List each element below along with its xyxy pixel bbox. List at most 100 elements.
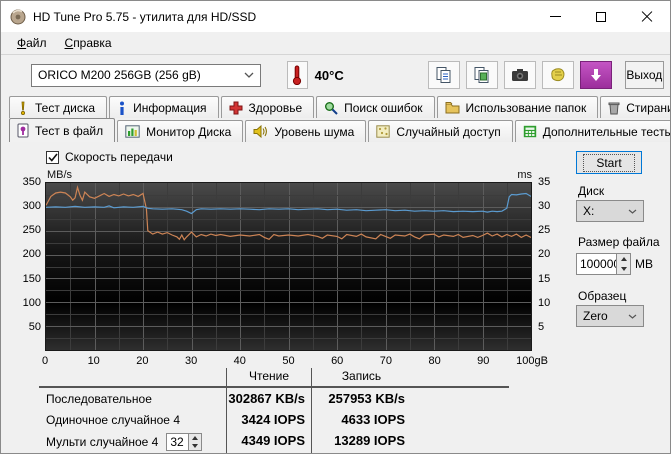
queue-depth-arrows[interactable]	[188, 433, 203, 451]
menu-help-hotkey: С	[64, 36, 74, 50]
y-axis-tick-left: 150	[22, 272, 41, 285]
tab-label: Стирание	[626, 100, 670, 115]
chevron-down-icon	[628, 209, 637, 214]
donate-button[interactable]	[541, 61, 574, 89]
close-button[interactable]	[624, 1, 670, 32]
stepper-down-icon[interactable]	[189, 442, 201, 450]
random-multi-write-value: 13289 IOPS	[311, 430, 411, 453]
results-header-spacer	[411, 368, 509, 386]
y-axis-tick-left: 50	[28, 320, 41, 333]
tab-disk-test[interactable]: Тест диска	[9, 96, 108, 118]
y-axis-tick-right: 15	[538, 272, 551, 285]
row-spacer	[411, 388, 509, 409]
chart-canvas	[46, 183, 531, 350]
random-dots-icon	[376, 125, 391, 138]
tab-label: Случайный доступ	[396, 124, 501, 139]
y-axis-tick-left: 200	[22, 248, 41, 261]
minimize-button[interactable]	[532, 1, 578, 32]
x-axis-tick: 0	[41, 355, 49, 367]
x-axis-tick: 10	[87, 355, 100, 367]
chevron-down-icon	[244, 72, 254, 78]
update-download-button[interactable]	[579, 61, 612, 89]
y-axis-unit-left: MB/s	[47, 169, 73, 181]
maximize-button[interactable]	[578, 1, 624, 32]
tab-row-1: Тест диска Информация Здоровье Поиск оши…	[9, 95, 670, 118]
tab-error-scan[interactable]: Поиск ошибок	[316, 96, 435, 118]
x-axis-tick: 70	[379, 355, 393, 367]
row-label: Одиночное случайное 4	[46, 412, 180, 427]
y-axis-tick-left: 300	[22, 200, 41, 213]
x-axis-tick: 40	[233, 355, 246, 367]
results-header-spacer	[39, 368, 226, 386]
random-single-write-value: 4633 IOPS	[311, 409, 411, 430]
x-axis-tick: 50	[282, 355, 295, 367]
transfer-speed-checkbox-label: Скорость передачи	[65, 150, 173, 164]
y-axis-tick-right: 5	[538, 320, 545, 333]
drive-selector[interactable]: ORICO M200 256GB (256 gB)	[31, 63, 262, 87]
tab-label: Уровень шума	[274, 124, 355, 139]
trash-icon	[608, 102, 620, 114]
tab-information[interactable]: Информация	[109, 96, 219, 118]
menu-file-hotkey: Ф	[17, 36, 27, 50]
tab-folder-usage[interactable]: Использование папок	[436, 96, 599, 118]
file-benchmark-panel: Скорость передачи MB/s ms 350 300 250 200 15…	[1, 142, 670, 453]
y-axis-tick-left: 100	[22, 296, 41, 309]
copy-image-button[interactable]	[465, 61, 498, 89]
stepper-up-icon[interactable]	[617, 254, 630, 264]
tab-erase[interactable]: Стирание	[600, 96, 670, 118]
transfer-speed-checkbox-row: Скорость передачи	[46, 150, 173, 164]
disk-selector[interactable]: X:	[576, 200, 644, 222]
tab-disk-monitor[interactable]: Монитор Диска	[117, 120, 244, 142]
tab-file-benchmark[interactable]: Тест в файл	[9, 118, 116, 142]
tab-random-access[interactable]: Случайный доступ	[368, 120, 513, 142]
tab-extra-tests[interactable]: Дополнительные тесты	[514, 120, 671, 142]
menu-help-rest: правка	[73, 36, 112, 50]
menu-file[interactable]: Файл	[8, 34, 56, 52]
write-column-header: Запись	[311, 368, 411, 386]
tab-strip: Тест диска Информация Здоровье Поиск оши…	[1, 95, 670, 142]
title-bar: HD Tune Pro 5.75 - утилита для HD/SSD	[1, 1, 670, 32]
stepper-up-icon[interactable]	[189, 434, 201, 442]
row-label-text: Мульти случайное 4	[46, 435, 159, 449]
menu-help[interactable]: Справка	[56, 34, 121, 52]
start-button-label: Start	[583, 153, 635, 172]
camera-icon	[511, 69, 528, 81]
disk-selector-value: X:	[583, 204, 595, 218]
folder-icon	[445, 102, 460, 114]
data-pattern-selector[interactable]: Zero	[576, 305, 644, 327]
red-cross-icon	[229, 101, 243, 114]
y-axis-tick-right: 30	[538, 200, 551, 213]
results-table: Чтение Запись Последовательное 302867 KB…	[39, 368, 509, 453]
transfer-speed-checkbox[interactable]	[46, 150, 59, 164]
tab-health[interactable]: Здоровье	[220, 96, 315, 118]
file-pen-icon	[17, 123, 29, 138]
file-size-label: Размер файла	[578, 235, 660, 249]
x-axis-tick: 80	[428, 355, 441, 367]
checkmark-icon	[47, 153, 58, 162]
screenshot-button[interactable]	[503, 61, 536, 89]
download-icon	[590, 69, 601, 81]
file-size-stepper[interactable]	[616, 253, 631, 275]
table-row-sequential: Последовательное 302867 KB/s 257953 KB/s	[39, 388, 509, 409]
maximize-icon	[596, 11, 606, 22]
table-row-random-multi: Мульти случайное 4 32 4349 IOPS 13289 IO…	[39, 430, 509, 453]
temperature-button[interactable]	[287, 61, 308, 89]
info-icon	[120, 101, 125, 115]
copy-text-button[interactable]	[427, 61, 460, 89]
minimize-icon	[549, 16, 561, 17]
tab-row-2: Тест в файл Монитор Диска Уровень шума С…	[9, 118, 670, 142]
file-size-input[interactable]: 100000	[576, 253, 616, 275]
start-button[interactable]: Start	[576, 151, 642, 174]
stepper-down-icon[interactable]	[617, 264, 630, 274]
speaker-icon	[253, 125, 268, 138]
tab-noise-level[interactable]: Уровень шума	[245, 120, 367, 142]
x-axis-tick: 30	[184, 355, 198, 367]
tab-label: Дополнительные тесты	[542, 124, 671, 139]
exit-button[interactable]: Выход	[624, 61, 664, 89]
y-axis-tick-right: 20	[538, 248, 551, 261]
queue-depth-stepper[interactable]: 32	[166, 433, 203, 451]
hand-icon	[550, 68, 565, 82]
file-size-unit: MB	[635, 257, 653, 271]
magnifier-icon	[325, 101, 338, 115]
exit-button-label: Выход	[626, 68, 663, 82]
